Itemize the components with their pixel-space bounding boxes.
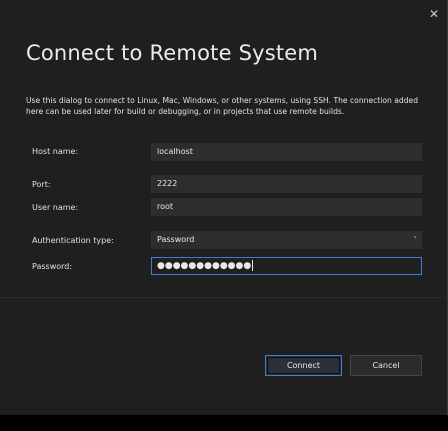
password-masked-value: ●●●●●●●●●●●●: [157, 261, 252, 271]
host-name-label: Host name:: [32, 147, 79, 156]
port-field[interactable]: 2222: [151, 175, 422, 193]
text-caret: [252, 260, 254, 271]
cancel-button[interactable]: Cancel: [350, 355, 422, 376]
password-label: Password:: [32, 262, 73, 271]
dialog-description: Use this dialog to connect to Linux, Mac…: [26, 96, 419, 116]
separator: [0, 297, 448, 298]
authentication-type-value: Password: [157, 235, 195, 244]
close-icon[interactable]: ✕: [429, 8, 439, 20]
host-name-field[interactable]: localhost: [151, 143, 422, 161]
port-label: Port:: [32, 180, 51, 189]
authentication-type-label: Authentication type:: [32, 236, 114, 245]
dialog-title: Connect to Remote System: [26, 41, 319, 65]
user-name-label: User name:: [32, 203, 79, 212]
user-name-field[interactable]: root: [151, 198, 422, 216]
authentication-type-select[interactable]: Password ˅: [151, 231, 422, 249]
password-field[interactable]: ●●●●●●●●●●●●: [151, 257, 422, 275]
connect-remote-dialog: ✕ Connect to Remote System Use this dial…: [0, 0, 448, 415]
connect-button[interactable]: Connect: [265, 355, 342, 376]
chevron-down-icon: ˅: [413, 236, 418, 244]
